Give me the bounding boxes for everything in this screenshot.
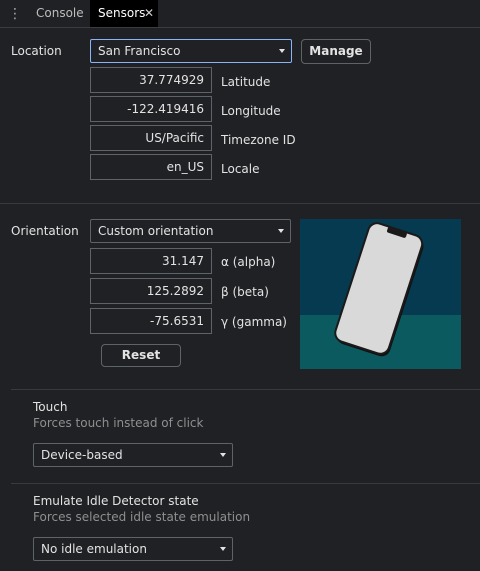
- reset-button[interactable]: Reset: [101, 344, 181, 367]
- timezone-input[interactable]: US/Pacific: [90, 125, 212, 151]
- alpha-label: α (alpha): [221, 255, 276, 269]
- locale-input[interactable]: en_US: [90, 154, 212, 180]
- chevron-down-icon: [220, 547, 226, 551]
- touch-title: Touch: [33, 400, 68, 414]
- close-tab-icon[interactable]: ✕: [144, 0, 154, 27]
- divider: [11, 483, 480, 484]
- idle-select[interactable]: No idle emulation: [33, 537, 233, 561]
- reset-button-label: Reset: [121, 348, 161, 362]
- tab-sensors-label: Sensors: [98, 6, 146, 20]
- alpha-input[interactable]: 31.147: [90, 248, 212, 274]
- idle-subtitle: Forces selected idle state emulation: [33, 510, 251, 524]
- orientation-preview[interactable]: [300, 219, 461, 369]
- phone-icon: [334, 222, 424, 357]
- more-options-icon[interactable]: ⋮: [8, 6, 22, 22]
- beta-input[interactable]: 125.2892: [90, 278, 212, 304]
- orientation-select-value: Custom orientation: [98, 224, 214, 238]
- beta-label: β (beta): [221, 285, 269, 299]
- tab-console[interactable]: Console: [28, 0, 92, 27]
- gamma-label: γ (gamma): [221, 315, 287, 329]
- gamma-input[interactable]: -75.6531: [90, 308, 212, 334]
- touch-select[interactable]: Device-based: [33, 443, 233, 467]
- manage-button[interactable]: Manage: [301, 39, 371, 64]
- timezone-label: Timezone ID: [221, 133, 296, 147]
- tab-bar: ⋮ Console Sensors ✕: [0, 0, 480, 28]
- chevron-down-icon: [278, 229, 284, 233]
- location-label: Location: [11, 44, 62, 58]
- orientation-label: Orientation: [11, 224, 79, 238]
- longitude-label: Longitude: [221, 104, 281, 118]
- chevron-down-icon: [279, 49, 285, 53]
- location-select[interactable]: San Francisco: [90, 39, 292, 63]
- divider: [0, 203, 480, 204]
- touch-select-value: Device-based: [41, 448, 123, 462]
- chevron-down-icon: [220, 453, 226, 457]
- latitude-label: Latitude: [221, 75, 271, 89]
- location-select-value: San Francisco: [98, 44, 181, 58]
- idle-select-value: No idle emulation: [41, 542, 147, 556]
- tab-console-label: Console: [36, 6, 84, 20]
- latitude-input[interactable]: 37.774929: [90, 67, 212, 93]
- divider: [11, 389, 480, 390]
- touch-subtitle: Forces touch instead of click: [33, 416, 204, 430]
- idle-title: Emulate Idle Detector state: [33, 494, 199, 508]
- longitude-input[interactable]: -122.419416: [90, 96, 212, 122]
- locale-label: Locale: [221, 162, 260, 176]
- manage-button-label: Manage: [309, 44, 363, 58]
- tab-sensors[interactable]: Sensors ✕: [90, 0, 158, 27]
- orientation-select[interactable]: Custom orientation: [90, 219, 291, 243]
